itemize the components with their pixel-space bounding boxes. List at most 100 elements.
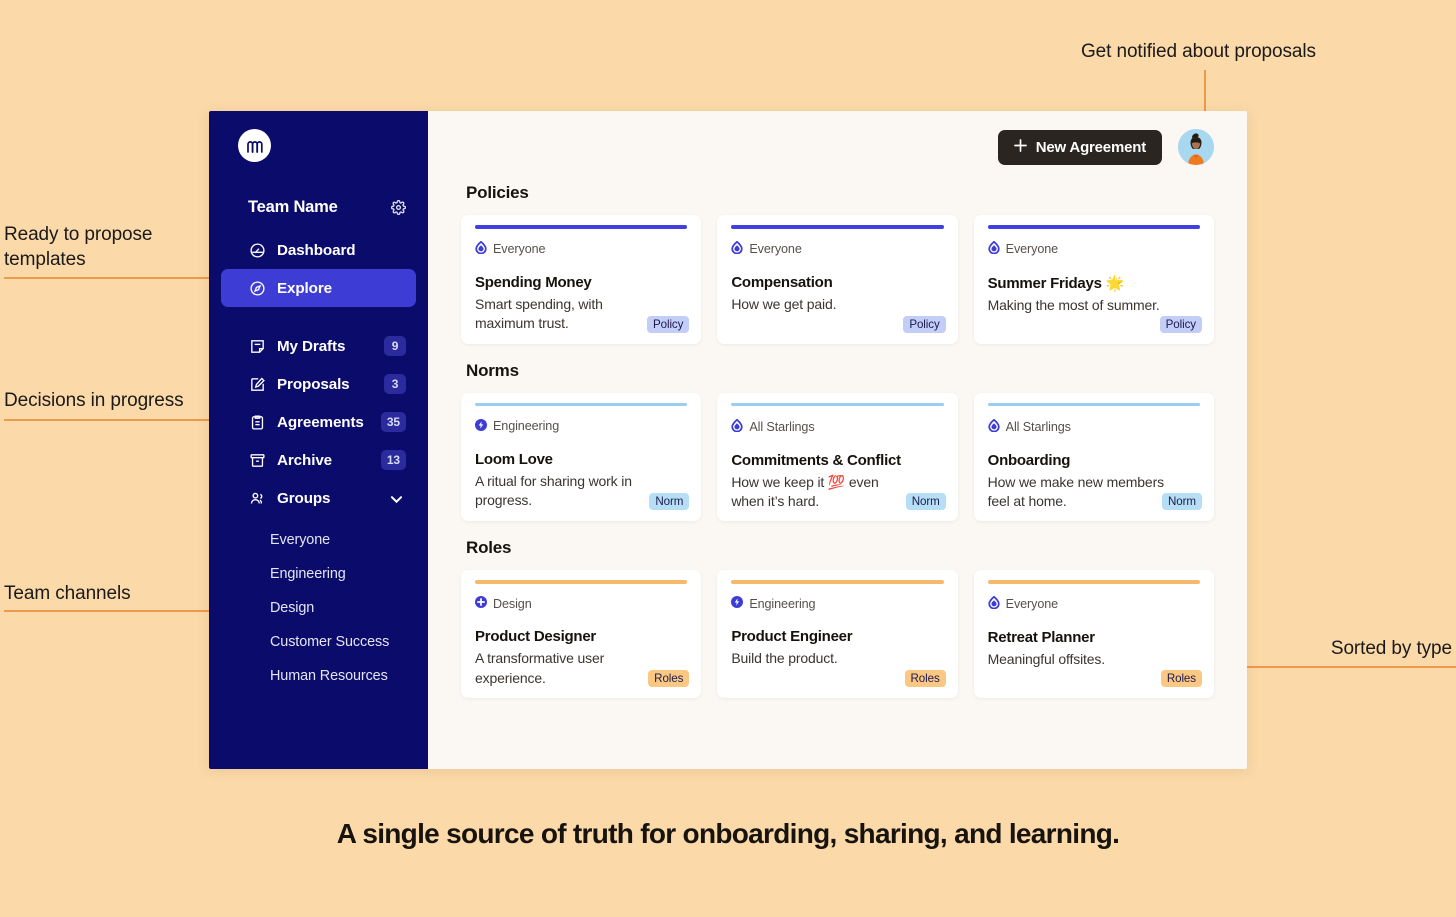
plus-icon xyxy=(1013,138,1027,156)
brand-logo-icon[interactable] xyxy=(238,129,271,162)
card-grid: Everyone Spending Money Smart spending, wi… xyxy=(461,215,1214,344)
card-type-tag: Roles xyxy=(904,669,946,687)
card-group-row: All Starlings xyxy=(731,418,943,435)
agreement-card[interactable]: All Starlings Onboarding How we make new m… xyxy=(973,392,1214,522)
card-group-label: Design xyxy=(493,596,532,611)
card-grid: Design Product Designer A transformative u… xyxy=(461,570,1214,698)
sidebar: Team Name Dashboard Explore My Drafts 9 … xyxy=(209,111,428,769)
annotation-sorted-by-type: Sorted by type xyxy=(1330,638,1452,659)
new-agreement-button[interactable]: New Agreement xyxy=(997,129,1162,165)
edit-square-icon xyxy=(248,375,266,393)
card-title: Loom Love xyxy=(475,450,553,468)
agreement-card[interactable]: All Starlings Commitments & Conflict How w… xyxy=(717,392,958,522)
card-type-bar xyxy=(731,225,944,229)
card-title: Commitments & Conflict xyxy=(731,451,901,469)
card-type-bar xyxy=(731,580,944,584)
sidebar-item-label: Proposals xyxy=(277,375,350,393)
agreement-card[interactable]: Engineering Product Engineer Build the pro… xyxy=(717,570,958,698)
card-group-label: All Starlings xyxy=(1005,419,1071,434)
card-group-label: Engineering xyxy=(493,419,560,434)
agreement-card[interactable]: Everyone Summer Fridays 🌟 Making the most … xyxy=(973,215,1214,344)
sidebar-group-everyone[interactable]: Everyone xyxy=(209,523,428,557)
design-plus-icon xyxy=(475,596,487,611)
agreement-card[interactable]: Everyone Retreat Planner Meaningful offsit… xyxy=(973,570,1214,698)
app-window: Team Name Dashboard Explore My Drafts 9 … xyxy=(209,111,1247,769)
card-group-label: All Starlings xyxy=(749,419,815,434)
sidebar-item-proposals[interactable]: Proposals 3 xyxy=(221,365,416,403)
section-title: Norms xyxy=(466,360,519,380)
card-group-row: Everyone xyxy=(988,595,1200,612)
main-content: New Agreement Policies Everyone Spending M… xyxy=(428,111,1247,769)
annotation-leader-line-decisions xyxy=(4,419,232,421)
card-type-tag: Policy xyxy=(1159,315,1202,333)
draft-note-icon xyxy=(248,337,266,355)
annotation-decisions-in-progress: Decisions in progress xyxy=(4,390,184,411)
gear-icon[interactable] xyxy=(391,200,406,215)
clipboard-icon xyxy=(248,413,266,431)
dashboard-icon xyxy=(248,241,266,259)
card-group-label: Everyone xyxy=(1005,242,1059,256)
card-group-row: All Starlings xyxy=(988,418,1200,435)
sidebar-group-human-resources[interactable]: Human Resources xyxy=(209,659,428,693)
sidebar-count-badge: 9 xyxy=(384,336,406,356)
agreement-card[interactable]: Design Product Designer A transformative u… xyxy=(461,570,702,698)
everyone-drop-icon xyxy=(988,240,1000,257)
sidebar-count-badge: 35 xyxy=(380,412,406,432)
card-type-bar xyxy=(987,580,1200,584)
card-type-tag: Roles xyxy=(1160,669,1202,687)
card-grid: Engineering Loom Love A ritual for sharing… xyxy=(461,392,1214,522)
sidebar-item-label: Dashboard xyxy=(277,241,356,259)
card-type-bar xyxy=(475,402,688,407)
sidebar-group-design[interactable]: Design xyxy=(209,591,428,625)
sidebar-item-groups[interactable]: Groups xyxy=(221,479,416,517)
annotation-ready-to-propose: Ready to propose templates xyxy=(4,224,153,271)
sidebar-item-label: Archive xyxy=(277,451,333,469)
agreement-card[interactable]: Everyone Compensation How we get paid. Poli… xyxy=(717,215,958,344)
card-group-row: Everyone xyxy=(988,240,1200,257)
everyone-drop-icon xyxy=(731,418,743,435)
sidebar-item-explore[interactable]: Explore xyxy=(221,269,416,307)
team-header: Team Name xyxy=(248,198,406,217)
groups-sublist: Everyone Engineering Design Customer Suc… xyxy=(209,523,428,693)
everyone-drop-icon xyxy=(988,418,1000,435)
sidebar-nav: Dashboard Explore My Drafts 9 Proposals … xyxy=(209,231,428,693)
sidebar-item-my-drafts[interactable]: My Drafts 9 xyxy=(221,327,416,365)
engineering-bolt-icon xyxy=(731,596,744,611)
chevron-down-icon[interactable] xyxy=(390,490,403,507)
sidebar-group-engineering[interactable]: Engineering xyxy=(209,557,428,591)
section-title: Roles xyxy=(466,538,512,558)
everyone-drop-icon xyxy=(988,595,1000,612)
everyone-drop-icon xyxy=(475,240,487,257)
card-type-tag: Roles xyxy=(648,669,690,687)
card-type-tag: Policy xyxy=(903,315,946,333)
sidebar-group-customer-success[interactable]: Customer Success xyxy=(209,625,428,659)
logo-wrapper xyxy=(209,111,428,162)
sections-root: Policies Everyone Spending Money Smart spen… xyxy=(461,183,1214,698)
everyone-drop-icon xyxy=(731,240,743,257)
card-title: Spending Money xyxy=(475,274,592,291)
card-group-label: Everyone xyxy=(749,242,802,256)
new-agreement-label: New Agreement xyxy=(1035,138,1146,156)
section-roles: Roles Design Product Designer A transformat… xyxy=(461,538,1214,698)
card-title: Retreat Planner xyxy=(987,629,1095,647)
agreement-card[interactable]: Engineering Loom Love A ritual for sharing… xyxy=(461,392,702,522)
card-group-label: Everyone xyxy=(493,242,546,256)
sidebar-item-agreements[interactable]: Agreements 35 xyxy=(221,403,416,441)
avatar[interactable] xyxy=(1178,129,1214,165)
card-title: Compensation xyxy=(731,274,833,291)
card-description: How we get paid. xyxy=(731,296,837,312)
sidebar-item-label: Groups xyxy=(277,489,331,507)
card-group-row: Design xyxy=(475,596,687,611)
card-group-row: Everyone xyxy=(475,240,687,257)
sidebar-item-archive[interactable]: Archive 13 xyxy=(221,441,416,479)
card-description: Meaningful offsites. xyxy=(987,651,1106,668)
annotation-leader-line-propose xyxy=(4,277,232,279)
card-type-bar xyxy=(987,225,1200,229)
card-group-label: Everyone xyxy=(1005,597,1059,612)
sidebar-item-dashboard[interactable]: Dashboard xyxy=(221,231,416,269)
card-type-bar xyxy=(731,402,944,407)
card-group-row: Engineering xyxy=(475,418,687,434)
agreement-card[interactable]: Everyone Spending Money Smart spending, wi… xyxy=(461,215,702,344)
section-norms: Norms Engineering Loom Love A ritual for sh… xyxy=(461,361,1214,522)
